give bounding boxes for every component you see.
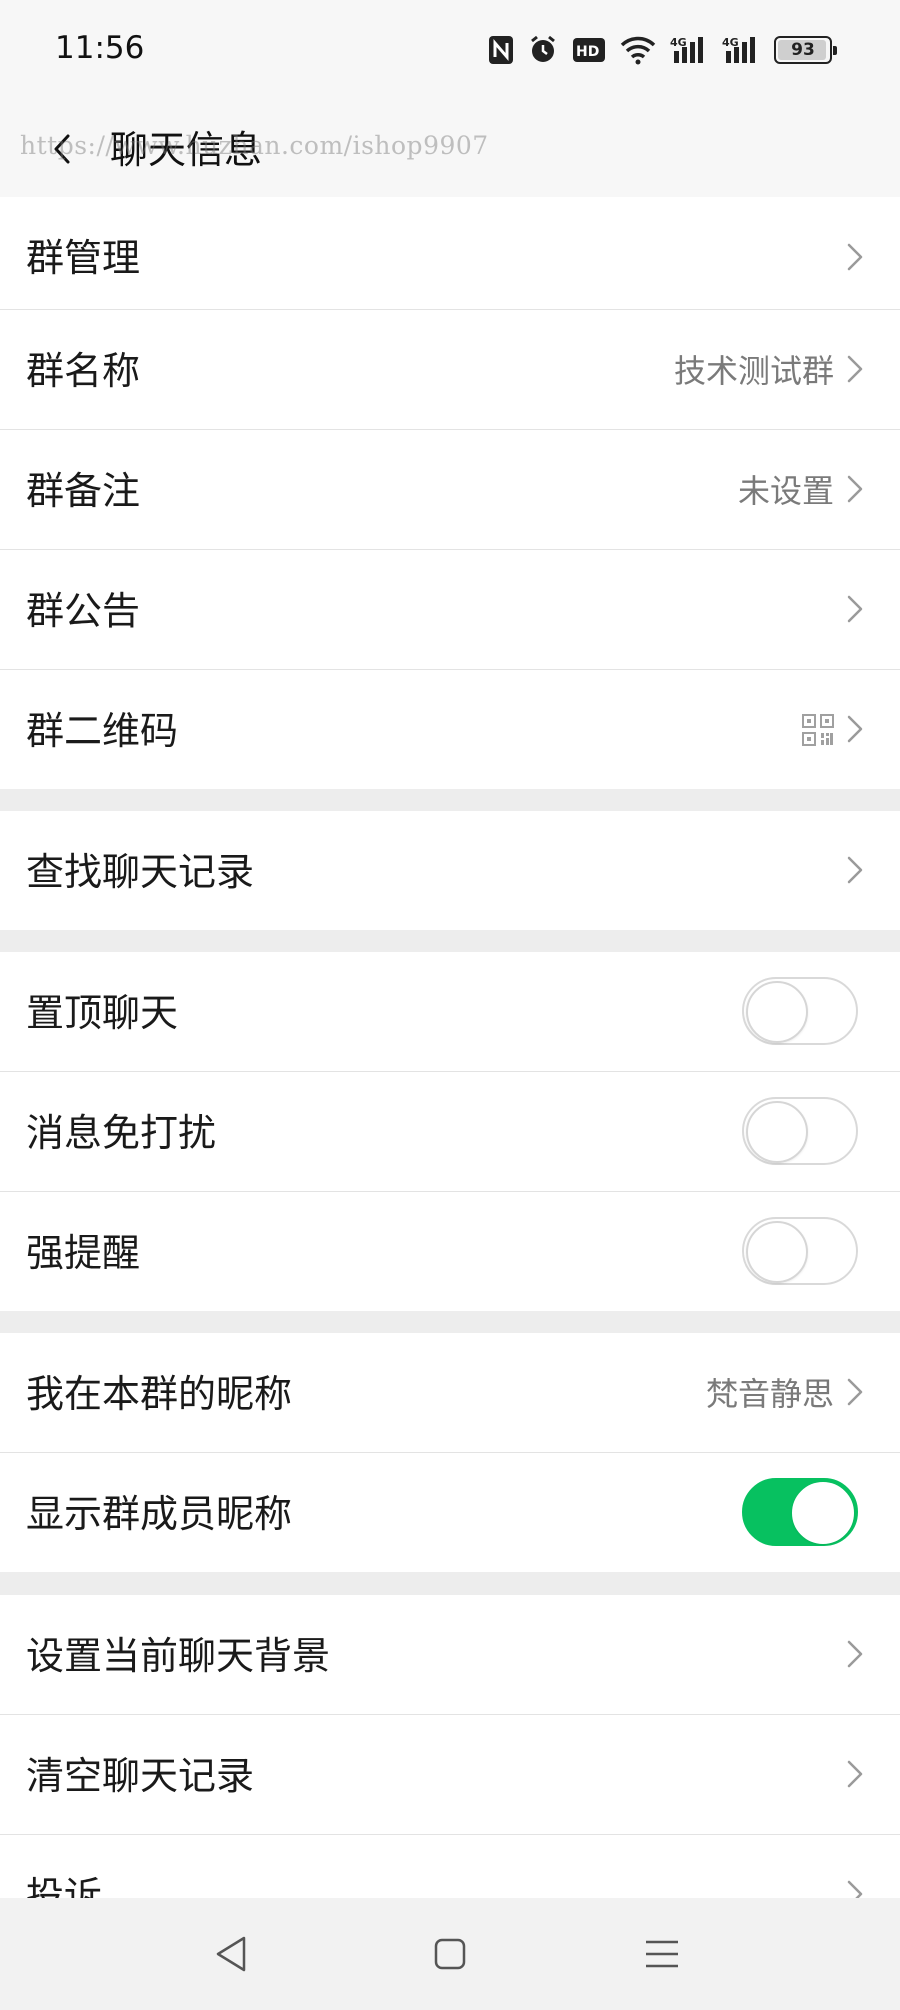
toggle-knob [746,981,808,1043]
row-group-qrcode[interactable]: 群二维码 [0,670,900,789]
chevron-right-icon [847,1760,863,1788]
row-label: 群管理 [26,236,141,280]
toggle-knob [746,1221,808,1283]
status-time: 11:56 [55,30,145,66]
strong-remind-toggle[interactable] [742,1217,858,1285]
row-clear-history[interactable]: 清空聊天记录 [0,1715,900,1834]
signal-4g-icon: 4G [722,36,755,63]
pin-chat-toggle[interactable] [742,977,858,1045]
row-set-background[interactable]: 设置当前聊天背景 [0,1595,900,1714]
battery-icon: 93 [774,36,837,64]
svg-text:HD: HD [576,44,599,60]
row-label: 置顶聊天 [26,991,179,1035]
qrcode-icon [802,714,834,746]
nav-home-icon[interactable] [428,1932,472,1976]
row-value: 梵音静思 [705,1375,834,1413]
system-nav-bar [0,1898,900,2010]
chevron-right-icon [847,475,863,503]
chevron-right-icon [847,243,863,271]
chevron-right-icon [847,856,863,884]
nav-menu-icon[interactable] [640,1932,684,1976]
row-label: 群公告 [26,589,141,633]
toggle-knob [746,1101,808,1163]
show-nicknames-toggle[interactable] [742,1478,858,1546]
title-bar: 聊天信息 https://www.huzhan.com/ishop9907 [0,105,900,197]
watermark: https://www.huzhan.com/ishop9907 [20,131,489,160]
row-group-name[interactable]: 群名称 技术测试群 [0,310,900,429]
row-search-history[interactable]: 查找聊天记录 [0,811,900,930]
toggle-knob [792,1482,854,1544]
row-label: 群名称 [26,349,141,393]
row-label: 查找聊天记录 [26,850,255,894]
row-pin-chat: 置顶聊天 [0,952,900,1071]
row-value: 未设置 [737,472,834,510]
nav-back-icon[interactable] [210,1932,254,1976]
row-value: 技术测试群 [673,352,834,390]
row-strong-remind: 强提醒 [0,1192,900,1311]
row-label: 消息免打扰 [26,1111,217,1155]
row-label: 强提醒 [26,1231,141,1275]
row-group-manage[interactable]: 群管理 [0,197,900,317]
row-group-remark[interactable]: 群备注 未设置 [0,430,900,549]
row-label: 群二维码 [26,709,179,753]
status-bar: 11:56 HD 4G 4G 93 [0,0,900,105]
row-label: 我在本群的昵称 [26,1372,293,1416]
battery-level: 93 [791,40,815,60]
chevron-right-icon [847,715,863,743]
chevron-right-icon [847,595,863,623]
status-icons: HD 4G 4G 93 [488,32,838,68]
mute-toggle[interactable] [742,1097,858,1165]
row-show-nicknames: 显示群成员昵称 [0,1453,900,1572]
hd-icon: HD [573,38,605,62]
row-my-nickname[interactable]: 我在本群的昵称 梵音静思 [0,1333,900,1452]
nfc-icon [489,36,513,64]
chevron-right-icon [847,1640,863,1668]
alarm-icon [531,35,555,62]
row-label: 群备注 [26,469,141,513]
signal-4g-icon: 4G [670,36,703,63]
row-mute: 消息免打扰 [0,1072,900,1191]
row-label: 显示群成员昵称 [26,1492,293,1536]
wifi-icon [620,36,656,65]
chevron-right-icon [847,355,863,383]
row-label: 设置当前聊天背景 [26,1634,331,1678]
row-group-notice[interactable]: 群公告 [0,550,900,669]
chevron-right-icon [847,1378,863,1406]
row-label: 清空聊天记录 [26,1754,255,1798]
